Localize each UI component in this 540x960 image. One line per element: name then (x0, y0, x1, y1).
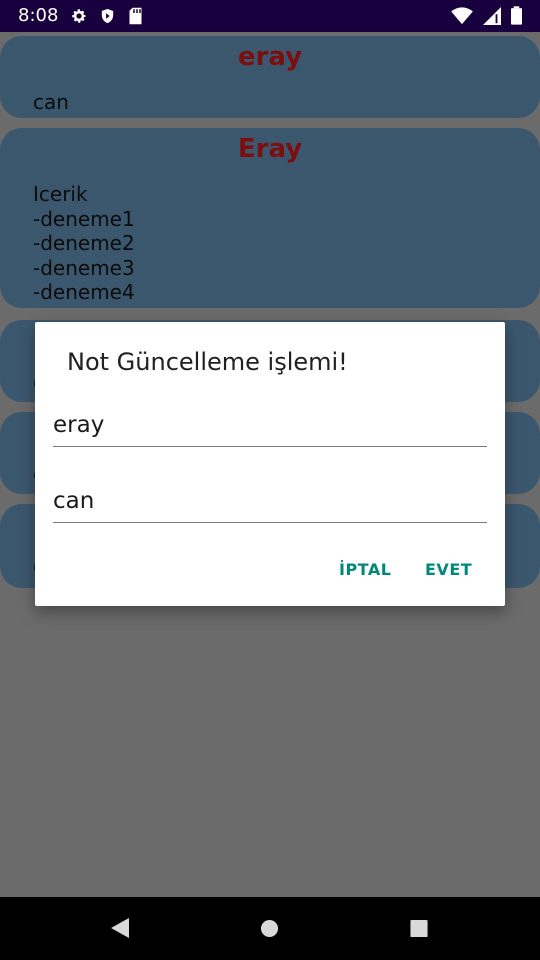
confirm-button[interactable]: EVET (425, 560, 472, 579)
play-shield-icon (99, 7, 116, 30)
recents-icon[interactable] (409, 919, 429, 943)
sd-card-icon (128, 7, 143, 30)
note-card[interactable]: Eray Icerik -deneme1 -deneme2 -deneme3 -… (0, 128, 540, 308)
note-title: Eray (237, 134, 303, 164)
battery-icon (511, 6, 522, 30)
note-content: Icerik -deneme1 -deneme2 -deneme3 -denem… (33, 182, 135, 304)
note-card[interactable]: eray can (0, 36, 540, 118)
cancel-button[interactable]: İPTAL (339, 560, 391, 579)
back-icon[interactable] (110, 917, 130, 944)
dialog-title: Not Güncelleme işlemi! (67, 348, 348, 376)
navigation-bar (0, 897, 540, 960)
signal-icon (483, 6, 501, 30)
note-content: can (33, 90, 69, 114)
update-note-dialog: Not Güncelleme işlemi! İPTAL EVET (35, 322, 505, 606)
note-content-field[interactable] (53, 480, 487, 523)
note-title: eray (237, 42, 303, 72)
status-bar: 8:08 (0, 0, 540, 32)
note-title-field[interactable] (53, 404, 487, 447)
gear-icon (70, 7, 88, 30)
home-icon[interactable] (260, 919, 279, 943)
wifi-icon (451, 6, 473, 30)
status-time: 8:08 (18, 5, 59, 26)
